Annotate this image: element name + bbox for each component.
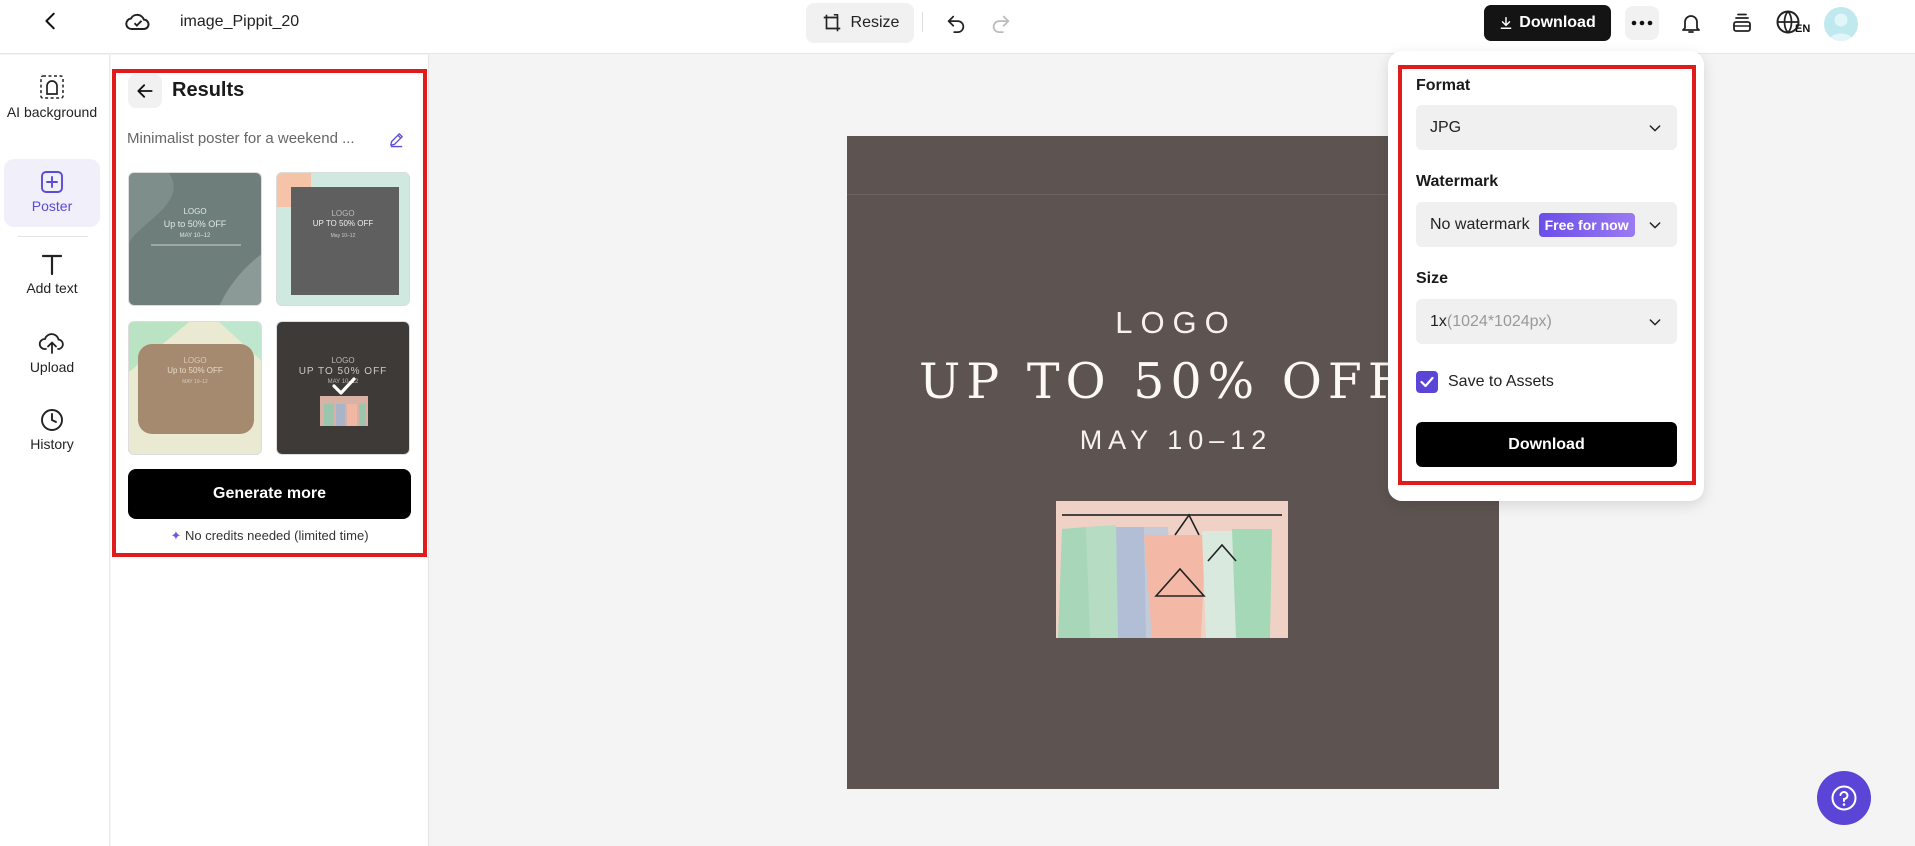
credits-note-text: No credits needed (limited time) xyxy=(185,528,369,543)
ai-background-icon xyxy=(40,75,64,99)
thumbnail-date: MAY 10–12 xyxy=(182,379,208,385)
size-select[interactable]: 1x (1024*1024px) xyxy=(1416,299,1677,344)
format-select[interactable]: JPG xyxy=(1416,105,1677,150)
download-icon xyxy=(1500,17,1512,29)
back-button[interactable] xyxy=(36,6,66,36)
generate-more-button[interactable]: Generate more xyxy=(128,469,411,519)
undo-icon xyxy=(947,15,965,34)
sidebar-item-add-text[interactable]: Add text xyxy=(4,251,100,311)
result-thumbnail-4-selected[interactable]: LOGO UP TO 50% OFF MAY 10–12 xyxy=(276,321,410,455)
chevron-down-icon xyxy=(1649,222,1661,229)
sidebar-item-label: Upload xyxy=(29,359,75,375)
poster-product-photo[interactable] xyxy=(1056,501,1288,638)
top-bar: image_Pippit_20 Resize Download EN xyxy=(0,0,1915,54)
thumbnail-headline: Up to 50% OFF xyxy=(163,219,227,229)
edit-prompt-button[interactable] xyxy=(388,131,405,148)
download-label: Download xyxy=(1519,14,1596,31)
chevron-down-icon xyxy=(1649,319,1661,326)
format-label: Format xyxy=(1416,77,1471,94)
download-confirm-button[interactable]: Download xyxy=(1416,422,1677,467)
watermark-label: Watermark xyxy=(1416,173,1499,190)
language-button[interactable]: EN xyxy=(1774,6,1814,40)
sidebar-item-ai-background[interactable]: AI background xyxy=(4,69,100,149)
credits-note: ✦ No credits needed (limited time) xyxy=(128,528,411,544)
thumbnail-date: May 10–12 xyxy=(330,233,356,239)
thumbnail-logo: LOGO xyxy=(183,207,207,216)
results-back-button[interactable] xyxy=(128,74,162,108)
tool-sidebar: AI background Poster Add text Upload His… xyxy=(0,55,110,846)
sidebar-item-label: Poster xyxy=(31,198,73,214)
resize-label: Resize xyxy=(850,14,900,31)
thumbnail-decoration xyxy=(129,173,261,305)
poster-icon xyxy=(41,171,63,193)
more-options-button[interactable] xyxy=(1625,6,1659,40)
language-code: EN xyxy=(1795,23,1811,35)
thumbnail-decoration xyxy=(277,173,399,295)
poster-headline[interactable]: UP TO 50% OFF xyxy=(919,353,1408,410)
sidebar-divider xyxy=(18,236,88,237)
thumbnail-headline: UP TO 50% OFF xyxy=(298,366,388,377)
history-icon xyxy=(41,409,63,431)
bell-icon xyxy=(1682,15,1700,33)
clothing-rack-image xyxy=(1056,501,1288,638)
more-horizontal-icon xyxy=(1631,20,1653,26)
format-value: JPG xyxy=(1430,118,1462,136)
sidebar-item-upload[interactable]: Upload xyxy=(4,330,100,390)
checkmark-icon xyxy=(1420,376,1434,388)
sidebar-item-label: History xyxy=(30,436,74,452)
help-button[interactable] xyxy=(1817,771,1871,825)
chevron-left-icon xyxy=(45,12,55,30)
notifications-button[interactable] xyxy=(1676,8,1706,38)
redo-button[interactable] xyxy=(985,8,1017,38)
sidebar-item-poster[interactable]: Poster xyxy=(4,159,100,227)
size-hint: (1024*1024px) xyxy=(1446,312,1552,330)
undo-button[interactable] xyxy=(940,8,972,38)
save-to-assets-checkbox[interactable] xyxy=(1416,371,1438,393)
size-value: 1x xyxy=(1430,312,1447,330)
result-thumbnail-2[interactable]: LOGO UP TO 50% OFF May 10–12 xyxy=(276,172,410,306)
avatar[interactable] xyxy=(1824,7,1858,41)
size-label: Size xyxy=(1416,270,1449,287)
resize-icon xyxy=(823,14,840,32)
watermark-value: No watermark xyxy=(1430,215,1530,233)
file-title[interactable]: image_Pippit_20 xyxy=(180,10,299,34)
thumbnail-decoration xyxy=(129,322,261,434)
result-thumbnail-3[interactable]: LOGO Up to 50% OFF MAY 10–12 xyxy=(128,321,262,455)
prompt-text: Minimalist poster for a weekend ... xyxy=(127,130,355,147)
thumbnail-headline: UP TO 50% OFF xyxy=(312,219,374,228)
thumbnail-headline: Up to 50% OFF xyxy=(167,366,223,375)
thumbnail-photo xyxy=(320,396,368,426)
cloud-icon xyxy=(125,13,150,30)
user-icon xyxy=(1829,13,1853,41)
free-badge: Free for now xyxy=(1538,212,1635,237)
save-to-assets-row: Save to Assets xyxy=(1416,371,1554,393)
question-icon xyxy=(1831,785,1857,811)
watermark-select[interactable]: No watermark Free for now xyxy=(1416,202,1677,247)
chevron-down-icon xyxy=(1649,125,1661,132)
thumbnail-logo: LOGO xyxy=(183,356,207,365)
upload-icon xyxy=(38,333,64,354)
thumbnail-logo: LOGO xyxy=(331,356,355,365)
thumbnail-logo: LOGO xyxy=(331,209,355,218)
result-thumbnail-1[interactable]: LOGO Up to 50% OFF MAY 10–12 xyxy=(128,172,262,306)
arrow-left-icon xyxy=(137,84,153,98)
sidebar-item-history[interactable]: History xyxy=(4,407,100,467)
redo-icon xyxy=(992,15,1010,34)
download-button[interactable]: Download xyxy=(1484,5,1611,41)
thumbnail-date: MAY 10–12 xyxy=(179,233,211,239)
stack-icon xyxy=(1733,13,1751,32)
sparkle-icon: ✦ xyxy=(170,528,182,543)
pencil-icon xyxy=(390,133,403,148)
sidebar-item-label: AI background xyxy=(6,104,98,120)
assets-button[interactable] xyxy=(1727,8,1757,38)
results-title: Results xyxy=(172,79,245,101)
sidebar-item-label: Add text xyxy=(26,280,78,296)
text-icon xyxy=(41,254,63,276)
resize-button[interactable]: Resize xyxy=(806,3,914,43)
save-to-assets-label[interactable]: Save to Assets xyxy=(1448,373,1554,391)
toolbar-divider xyxy=(922,12,923,32)
check-icon xyxy=(332,377,356,395)
cloud-sync-button[interactable] xyxy=(122,6,154,38)
